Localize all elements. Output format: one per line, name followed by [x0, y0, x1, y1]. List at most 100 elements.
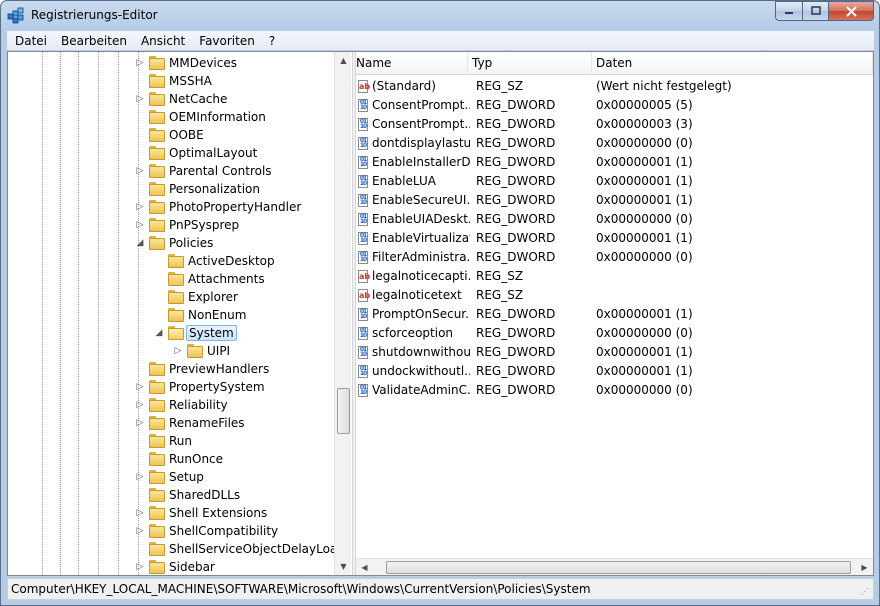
tree-item[interactable]: MSSHA: [8, 72, 334, 90]
value-row[interactable]: 01 10 EnableInstallerD... REG_DWORD 0x00000…: [356, 153, 873, 172]
tree-item-label[interactable]: RenameFiles: [167, 415, 247, 431]
tree-item-label[interactable]: OEMInformation: [167, 109, 268, 125]
tree-item[interactable]: Attachments: [8, 270, 334, 288]
close-button[interactable]: [828, 1, 874, 21]
menu-ansicht[interactable]: Ansicht: [133, 34, 191, 48]
tree-item[interactable]: OOBE: [8, 126, 334, 144]
tree-item-label[interactable]: PnPSysprep: [167, 217, 241, 233]
value-row[interactable]: 01 10 EnableSecureUI... REG_DWORD 0x0000000…: [356, 191, 873, 210]
tree-item-label[interactable]: Shell Extensions: [167, 505, 269, 521]
tree-item-label[interactable]: NonEnum: [186, 307, 248, 323]
tree-item[interactable]: ◢ Policies: [8, 234, 334, 252]
collapsed-arrow-icon[interactable]: ▷: [135, 471, 145, 483]
expanded-arrow-icon[interactable]: ◢: [135, 237, 145, 249]
collapsed-arrow-icon[interactable]: ▷: [135, 381, 145, 393]
list-horizontal-scrollbar[interactable]: ◀ ▶: [356, 558, 873, 575]
tree-scroll-thumb[interactable]: [337, 388, 350, 434]
scroll-left-arrow-icon[interactable]: ◀: [356, 559, 373, 575]
column-header-type[interactable]: Typ: [472, 52, 592, 75]
scroll-down-arrow-icon[interactable]: ▼: [335, 558, 352, 575]
collapsed-arrow-icon[interactable]: ▷: [135, 57, 145, 69]
collapsed-arrow-icon[interactable]: ▷: [135, 201, 145, 213]
tree-item-label[interactable]: Policies: [167, 235, 215, 251]
tree-item-label[interactable]: Personalization: [167, 181, 262, 197]
tree-item[interactable]: ▷ ShellCompatibility: [8, 522, 334, 540]
minimize-button[interactable]: [775, 1, 802, 21]
tree-item-label[interactable]: OptimalLayout: [167, 145, 259, 161]
tree-item[interactable]: SharedDLLs: [8, 486, 334, 504]
value-row[interactable]: 01 10 EnableUIADeskt... REG_DWORD 0x0000000…: [356, 210, 873, 229]
tree-item-label[interactable]: OOBE: [167, 127, 206, 143]
tree-item[interactable]: Explorer: [8, 288, 334, 306]
tree-item-label[interactable]: RunOnce: [167, 451, 225, 467]
tree-item[interactable]: ▷ NetCache: [8, 90, 334, 108]
value-row[interactable]: 01 10 undockwithoutl... REG_DWORD 0x0000000…: [356, 362, 873, 381]
value-row[interactable]: ab legalnoticecapti... REG_SZ: [356, 267, 873, 286]
tree-item[interactable]: OEMInformation: [8, 108, 334, 126]
tree-item[interactable]: ▷ PhotoPropertyHandler: [8, 198, 334, 216]
scroll-right-arrow-icon[interactable]: ▶: [856, 559, 873, 575]
value-row[interactable]: 01 10 PromptOnSecur... REG_DWORD 0x00000001…: [356, 305, 873, 324]
value-row[interactable]: 01 10 dontdisplaylastu... REG_DWORD 0x00000…: [356, 134, 873, 153]
tree-item[interactable]: ◢ System: [8, 324, 334, 342]
scroll-up-arrow-icon[interactable]: ▲: [335, 52, 352, 69]
tree-item[interactable]: RunOnce: [8, 450, 334, 468]
tree-item-label[interactable]: NetCache: [167, 91, 229, 107]
collapsed-arrow-icon[interactable]: ▷: [173, 345, 183, 357]
collapsed-arrow-icon[interactable]: ▷: [135, 399, 145, 411]
value-row[interactable]: 01 10 EnableLUA REG_DWORD 0x00000001 (1): [356, 172, 873, 191]
collapsed-arrow-icon[interactable]: ▷: [135, 219, 145, 231]
tree-item-label[interactable]: PropertySystem: [167, 379, 267, 395]
maximize-button[interactable]: [802, 1, 828, 21]
tree-item[interactable]: ▷ MMDevices: [8, 54, 334, 72]
tree-item[interactable]: ▷ Parental Controls: [8, 162, 334, 180]
tree-item-label[interactable]: ShellServiceObjectDelayLoad: [167, 541, 347, 557]
menu-help[interactable]: ?: [261, 34, 281, 48]
tree-item-label[interactable]: MSSHA: [167, 73, 214, 89]
tree-item-label[interactable]: ShellCompatibility: [167, 523, 280, 539]
value-row[interactable]: ab (Standard) REG_SZ (Wert nicht festgelegt…: [356, 77, 873, 96]
tree-item-label[interactable]: PreviewHandlers: [167, 361, 271, 377]
list-scroll-thumb[interactable]: [386, 561, 851, 574]
collapsed-arrow-icon[interactable]: ▷: [135, 561, 145, 573]
tree-item[interactable]: ▷ Shell Extensions: [8, 504, 334, 522]
tree-item-label[interactable]: UIPI: [205, 343, 232, 359]
tree-item-label[interactable]: MMDevices: [167, 55, 239, 71]
tree-item[interactable]: OptimalLayout: [8, 144, 334, 162]
tree-item-label[interactable]: ActiveDesktop: [186, 253, 277, 269]
menu-favoriten[interactable]: Favoriten: [191, 34, 261, 48]
value-row[interactable]: ab legalnoticetext REG_SZ: [356, 286, 873, 305]
tree-item-label[interactable]: Attachments: [186, 271, 267, 287]
tree-item[interactable]: NonEnum: [8, 306, 334, 324]
tree-item[interactable]: ▷ Reliability: [8, 396, 334, 414]
collapsed-arrow-icon[interactable]: ▷: [135, 93, 145, 105]
tree-item-label[interactable]: Parental Controls: [167, 163, 274, 179]
title-bar[interactable]: Registrierungs-Editor: [1, 1, 879, 31]
tree-item[interactable]: ▷ Setup: [8, 468, 334, 486]
tree-item-label[interactable]: Explorer: [186, 289, 240, 305]
tree-item-label[interactable]: PhotoPropertyHandler: [167, 199, 303, 215]
tree-item[interactable]: ▷ UIPI: [8, 342, 334, 360]
value-row[interactable]: 01 10 ValidateAdminC... REG_DWORD 0x0000000…: [356, 381, 873, 400]
tree-item-label[interactable]: Sidebar: [167, 559, 217, 575]
column-header-data[interactable]: Daten: [592, 52, 873, 75]
menu-datei[interactable]: Datei: [7, 34, 53, 48]
column-header-name[interactable]: Name: [356, 52, 468, 75]
tree-item[interactable]: ▷ Sidebar: [8, 558, 334, 575]
tree-item[interactable]: ▷ PropertySystem: [8, 378, 334, 396]
collapsed-arrow-icon[interactable]: ▷: [135, 165, 145, 177]
tree-item[interactable]: Run: [8, 432, 334, 450]
resize-grip-icon[interactable]: ⋰: [861, 587, 871, 597]
tree-item[interactable]: ▷ PnPSysprep: [8, 216, 334, 234]
value-row[interactable]: 01 10 shutdownwithou... REG_DWORD 0x0000000…: [356, 343, 873, 362]
collapsed-arrow-icon[interactable]: ▷: [135, 417, 145, 429]
value-row[interactable]: 01 10 EnableVirtualizat... REG_DWORD 0x0000…: [356, 229, 873, 248]
tree-vertical-scrollbar[interactable]: ▲ ▼: [334, 52, 351, 575]
tree-item[interactable]: ShellServiceObjectDelayLoad: [8, 540, 345, 558]
tree-item-label[interactable]: Run: [167, 433, 194, 449]
menu-bearbeiten[interactable]: Bearbeiten: [53, 34, 133, 48]
tree-item[interactable]: Personalization: [8, 180, 334, 198]
tree-item[interactable]: ActiveDesktop: [8, 252, 334, 270]
value-row[interactable]: 01 10 ConsentPrompt... REG_DWORD 0x00000003…: [356, 115, 873, 134]
collapsed-arrow-icon[interactable]: ▷: [135, 507, 145, 519]
